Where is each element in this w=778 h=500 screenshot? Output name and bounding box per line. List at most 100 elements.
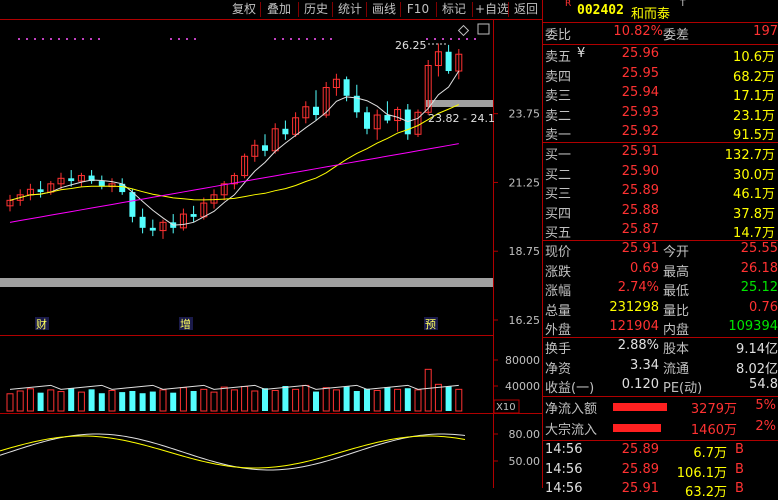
- info-value-2: 0.120: [621, 377, 659, 392]
- range-label: 23.82 - 24.1: [428, 112, 495, 125]
- stat-value2-2: 25.12: [740, 280, 778, 295]
- flow-pct-1: 2%: [755, 419, 776, 434]
- volume-bar: [434, 383, 442, 412]
- buy-label-2: 买三: [545, 187, 572, 202]
- volume-bar: [384, 387, 391, 411]
- volume-bar: [220, 386, 228, 412]
- dot-marker: [458, 38, 460, 40]
- buy-price-3: 25.88: [621, 202, 659, 218]
- flow-label-0: 净流入额: [545, 402, 598, 417]
- candle-body: [68, 178, 75, 182]
- info-label-2: 收益(一): [545, 381, 595, 396]
- candle-body: [98, 181, 105, 187]
- diamond-icon: [457, 24, 470, 37]
- info-label2-1: 流通: [663, 361, 690, 377]
- sell-price-4: 25.92: [621, 124, 659, 139]
- stat-value-0: 25.91: [621, 241, 659, 256]
- stat-label2-2: 最低: [663, 284, 690, 299]
- dot-marker: [98, 38, 100, 40]
- volume-bar: [159, 389, 167, 412]
- kdj-axis-label: 50.00: [509, 455, 541, 468]
- volume-axis-label: 40000: [505, 380, 540, 393]
- sell-label-2: 卖三: [545, 89, 572, 104]
- volume-bar: [313, 391, 319, 411]
- volume-bar: [282, 386, 289, 411]
- buy-price-4: 25.87: [621, 222, 659, 237]
- volume-bar: [47, 389, 55, 412]
- kline-chart[interactable]: 23.75 21.25 18.75 16.25 26.25 23.82 - 24.1 财 增 预…: [0, 0, 543, 488]
- stat-value2-0: 25.55: [740, 241, 778, 256]
- buy-label-4: 买五: [545, 226, 572, 241]
- dot-marker: [330, 38, 332, 40]
- stat-label2-1: 最高: [663, 264, 690, 280]
- info-value2-2: 54.8: [749, 377, 778, 392]
- stat-label-2: 涨幅: [545, 284, 572, 299]
- volume-bar: [262, 388, 268, 411]
- volume-bar: [424, 368, 432, 412]
- info-label-1: 净资: [545, 361, 572, 377]
- candle-body: [364, 112, 370, 129]
- weicha-label: 委差: [663, 28, 690, 43]
- stat-value2-1: 26.18: [740, 260, 778, 276]
- dot-marker: [26, 38, 28, 40]
- flow-value-1: 1460万: [690, 423, 737, 438]
- stat-value-3: 231298: [609, 299, 659, 315]
- dot-marker: [474, 38, 476, 40]
- weicha-value: 197: [753, 24, 778, 39]
- event-badge-0: 财: [36, 317, 47, 331]
- info-value-0: 2.88%: [617, 338, 659, 353]
- dot-marker: [298, 38, 300, 40]
- flow-pct-0: 5%: [755, 398, 776, 413]
- info-label-0: 换手: [545, 342, 572, 357]
- candle-body: [149, 227, 156, 231]
- volume-bar: [394, 388, 402, 412]
- candle-body: [262, 145, 268, 151]
- volume-bar: [88, 389, 95, 411]
- price-axis-label: 18.75: [509, 245, 541, 258]
- volume-bar: [139, 393, 146, 411]
- volume-bar: [404, 388, 411, 411]
- volume-bar: [108, 389, 116, 412]
- tick-price-0: 25.89: [621, 442, 659, 457]
- tick-price-2: 25.91: [621, 481, 659, 496]
- sell-price-1: 25.95: [621, 65, 659, 81]
- dot-marker: [434, 38, 436, 40]
- high-price-label: 26.25: [395, 39, 427, 52]
- candle-body: [129, 192, 136, 217]
- volume-bar: [271, 389, 279, 412]
- candle-body: [445, 51, 452, 72]
- volume-bar: [302, 384, 310, 412]
- volume-bar: [241, 386, 249, 412]
- volume-bar: [200, 388, 208, 412]
- weibi-label: 委比: [545, 28, 572, 43]
- volume-bar: [455, 388, 463, 412]
- dot-marker: [290, 38, 292, 40]
- stat-label-1: 涨跌: [545, 264, 572, 280]
- volume-bar: [373, 389, 381, 412]
- dot-marker: [314, 38, 316, 40]
- tick-time-2: 14:56: [545, 481, 583, 496]
- info-value-1: 3.34: [630, 357, 659, 373]
- dot-marker: [194, 38, 196, 40]
- price-axis-label: 23.75: [509, 108, 541, 121]
- volume-bar: [170, 392, 177, 411]
- tick-time-1: 14:56: [545, 461, 583, 477]
- stat-label-3: 总量: [545, 303, 572, 319]
- flow-bar-1: [613, 424, 661, 432]
- flow-bar-0: [613, 403, 667, 411]
- sell-price-3: 25.93: [621, 104, 659, 120]
- volume-bar: [332, 389, 340, 412]
- tick-vol-2: 63.2万: [685, 485, 727, 500]
- candle-body: [37, 189, 44, 193]
- price-axis-label: 16.25: [509, 314, 541, 327]
- dot-marker: [34, 38, 36, 40]
- volume-bar: [119, 392, 126, 411]
- kdj-k-line: [0, 433, 466, 471]
- tick-vol-0: 6.7万: [693, 446, 727, 461]
- buy-vol-1: 30.0万: [733, 167, 775, 183]
- dot-marker: [442, 38, 444, 40]
- dot-marker: [66, 38, 68, 40]
- buy-price-2: 25.89: [621, 183, 659, 198]
- dot-marker: [274, 38, 276, 40]
- tick-time-0: 14:56: [545, 442, 583, 457]
